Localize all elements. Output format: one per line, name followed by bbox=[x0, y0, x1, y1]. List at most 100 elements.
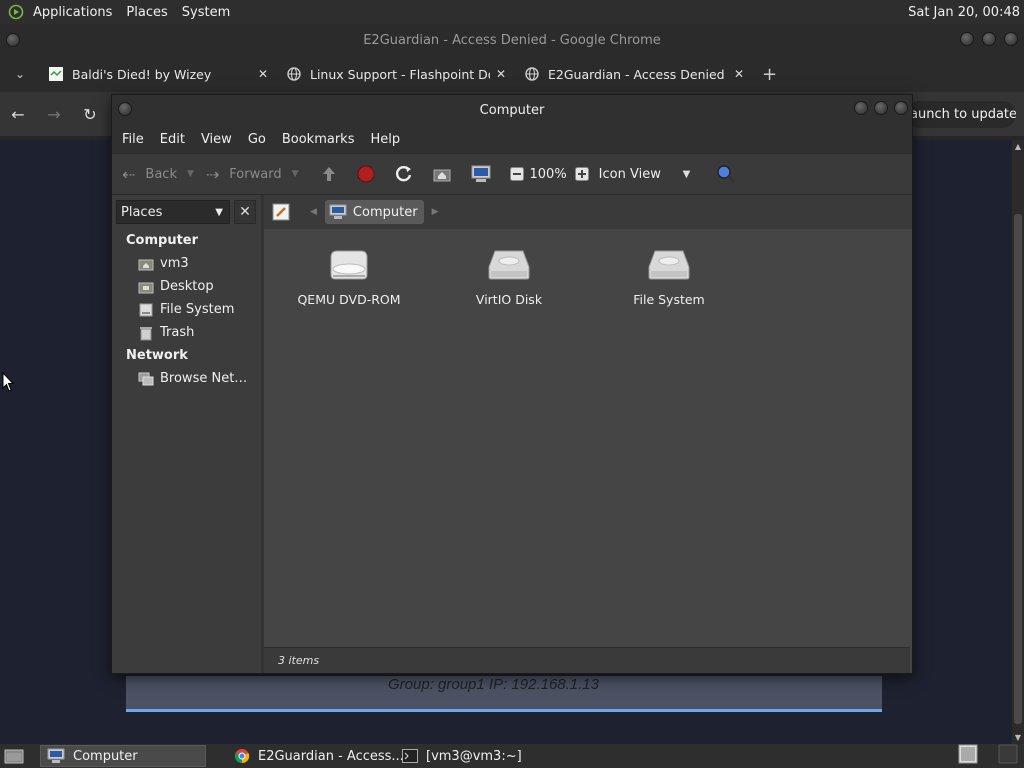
forward-history-dropdown[interactable]: ▼ bbox=[292, 169, 299, 179]
sidebar-heading-network: Network bbox=[126, 348, 188, 363]
taskbar-item-computer[interactable]: Computer bbox=[40, 745, 206, 767]
scroll-down-icon[interactable]: ▼ bbox=[1012, 733, 1024, 742]
breadcrumb-computer[interactable]: Computer bbox=[324, 200, 424, 224]
taskbar-tray bbox=[958, 744, 1024, 768]
item-label: VirtIO Disk bbox=[475, 292, 543, 307]
computer-icon bbox=[329, 204, 347, 220]
zoom-out-icon[interactable] bbox=[509, 167, 524, 181]
tab-linux-support[interactable]: Linux Support - Flashpoint Do ✕ bbox=[278, 56, 516, 92]
menu-view[interactable]: View bbox=[195, 132, 238, 147]
tab-e2guardian[interactable]: E2Guardian - Access Denied ✕ bbox=[516, 56, 754, 92]
globe-icon bbox=[524, 66, 540, 82]
page-scrollbar[interactable]: ▲ ▼ bbox=[1012, 140, 1024, 744]
close-button[interactable] bbox=[1004, 32, 1018, 46]
chevron-down-icon[interactable]: ▼ bbox=[683, 169, 691, 180]
icon-grid: QEMU DVD-ROM VirtIO Disk File System bbox=[264, 229, 910, 649]
home-icon[interactable] bbox=[432, 164, 452, 184]
new-tab-plus-icon[interactable]: + bbox=[762, 64, 777, 85]
forward-arrow-icon: ⇢ bbox=[205, 164, 220, 184]
forward-button[interactable]: ⇢ Forward bbox=[206, 165, 282, 184]
back-history-dropdown[interactable]: ▼ bbox=[187, 169, 194, 179]
hard-disk-icon bbox=[594, 241, 744, 281]
workspace-2-icon[interactable] bbox=[998, 744, 1018, 768]
scroll-up-icon[interactable]: ▲ bbox=[1012, 142, 1024, 151]
item-qemu-dvd-rom[interactable]: QEMU DVD-ROM bbox=[274, 241, 424, 307]
path-right-arrow-icon[interactable]: ▶ bbox=[432, 207, 439, 217]
edit-location-icon[interactable] bbox=[270, 201, 292, 223]
globe-icon bbox=[286, 66, 302, 82]
workspace-switcher-icon[interactable] bbox=[958, 744, 978, 768]
menu-help[interactable]: Help bbox=[364, 132, 406, 147]
search-icon[interactable] bbox=[715, 163, 737, 185]
back-arrow-icon[interactable]: ← bbox=[0, 105, 36, 124]
sidebar-item-desktop[interactable]: Desktop bbox=[112, 275, 261, 298]
maximize-button[interactable] bbox=[874, 101, 888, 115]
zoom-in-icon[interactable] bbox=[574, 167, 589, 181]
file-manager-body: Places ▼ ✕ Computer vm3 Desktop File Sys… bbox=[112, 195, 912, 673]
tab-strip: ⌄ Baldi's Died! by Wizey ✕ Linux Support… bbox=[0, 56, 1024, 92]
status-bar: 3 items bbox=[264, 647, 910, 673]
back-button[interactable]: ⇠ Back bbox=[122, 165, 177, 184]
computer-icon[interactable] bbox=[470, 164, 492, 184]
distro-logo-icon[interactable] bbox=[6, 2, 26, 22]
reload-icon[interactable]: ↻ bbox=[72, 105, 108, 124]
window-menu-button[interactable] bbox=[118, 102, 132, 116]
item-virtio-disk[interactable]: VirtIO Disk bbox=[434, 241, 584, 307]
forward-arrow-icon[interactable]: → bbox=[36, 105, 72, 124]
applications-menu[interactable]: Applications bbox=[26, 5, 119, 20]
relaunch-update-button[interactable]: Relaunch to update bbox=[906, 101, 1016, 128]
group-ip-text: Group: group1 IP: 192.168.1.13 bbox=[388, 676, 599, 693]
places-menu[interactable]: Places bbox=[119, 5, 174, 20]
item-file-system[interactable]: File System bbox=[594, 241, 744, 307]
top-panel: Applications Places System Sat Jan 20, 0… bbox=[0, 0, 1024, 24]
reload-icon[interactable] bbox=[394, 164, 414, 184]
tab-close-icon[interactable]: ✕ bbox=[496, 67, 506, 81]
sidebar-heading-computer: Computer bbox=[126, 233, 199, 248]
home-folder-icon bbox=[138, 256, 154, 272]
chrome-titlebar[interactable]: E2Guardian - Access Denied - Google Chro… bbox=[0, 24, 1024, 56]
file-view: ◀ Computer ▶ QEMU DVD-ROM VirtIO Disk Fi… bbox=[264, 195, 912, 673]
file-manager-toolbar: ⇠ Back ▼ ⇢ Forward ▼ 100% Icon View ▼ bbox=[112, 153, 912, 195]
chrome-window-title: E2Guardian - Access Denied - Google Chro… bbox=[363, 32, 661, 48]
menu-file[interactable]: File bbox=[116, 132, 150, 147]
maximize-button[interactable] bbox=[982, 32, 996, 46]
minimize-button[interactable] bbox=[854, 101, 868, 115]
tab-label: Baldi's Died! by Wizey bbox=[72, 66, 212, 82]
tab-baldi[interactable]: Baldi's Died! by Wizey ✕ bbox=[40, 56, 278, 92]
view-mode-select[interactable]: Icon View bbox=[599, 167, 683, 182]
sidebar-item-browse-network[interactable]: Browse Net… bbox=[112, 367, 261, 390]
window-menu-button[interactable] bbox=[6, 33, 20, 47]
menu-go[interactable]: Go bbox=[242, 132, 272, 147]
taskbar-item-chrome[interactable]: E2Guardian - Access... bbox=[228, 745, 404, 767]
item-label: File System bbox=[633, 292, 705, 307]
stop-icon[interactable] bbox=[356, 164, 376, 184]
zoom-level: 100% bbox=[529, 166, 567, 182]
clock[interactable]: Sat Jan 20, 00:48 bbox=[908, 5, 1024, 20]
access-info-box: Group: group1 IP: 192.168.1.13 bbox=[126, 676, 882, 712]
places-select[interactable]: Places ▼ bbox=[116, 200, 230, 224]
menu-edit[interactable]: Edit bbox=[154, 132, 191, 147]
tab-search-icon[interactable]: ⌄ bbox=[0, 67, 40, 81]
sidebar-item-vm3[interactable]: vm3 bbox=[112, 252, 261, 275]
path-left-arrow-icon[interactable]: ◀ bbox=[310, 207, 317, 217]
up-arrow-icon[interactable] bbox=[320, 165, 338, 183]
taskbar-item-terminal[interactable]: [vm3@vm3:~] bbox=[396, 745, 528, 767]
system-menu[interactable]: System bbox=[175, 5, 237, 20]
file-manager-titlebar[interactable]: Computer bbox=[112, 95, 912, 125]
sidebar-item-trash[interactable]: Trash bbox=[112, 321, 261, 344]
sidebar: Places ▼ ✕ Computer vm3 Desktop File Sys… bbox=[112, 195, 264, 673]
menu-bookmarks[interactable]: Bookmarks bbox=[276, 132, 361, 147]
show-desktop-icon[interactable] bbox=[0, 745, 28, 767]
tab-close-icon[interactable]: ✕ bbox=[258, 67, 268, 81]
bottom-taskbar: Computer E2Guardian - Access... [vm3@vm3… bbox=[0, 744, 1024, 768]
network-icon bbox=[138, 371, 154, 387]
close-sidebar-icon[interactable]: ✕ bbox=[234, 200, 256, 224]
close-button[interactable] bbox=[894, 101, 908, 115]
sidebar-item-file-system[interactable]: File System bbox=[112, 298, 261, 321]
minimize-button[interactable] bbox=[960, 32, 974, 46]
file-manager-window: Computer File Edit View Go Bookmarks Hel… bbox=[111, 94, 913, 674]
scrollbar-thumb[interactable] bbox=[1014, 214, 1022, 724]
trash-icon bbox=[138, 325, 154, 341]
terminal-icon bbox=[402, 749, 418, 763]
tab-close-icon[interactable]: ✕ bbox=[734, 67, 744, 81]
